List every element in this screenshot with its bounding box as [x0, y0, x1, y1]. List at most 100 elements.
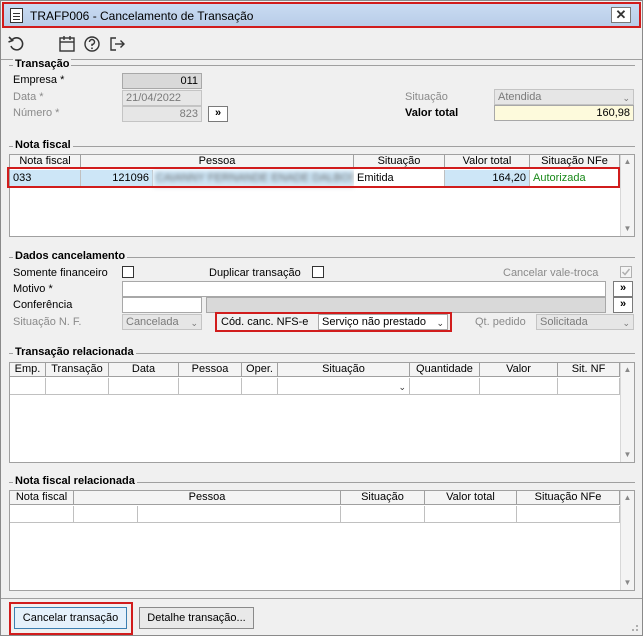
- conferencia-input[interactable]: [122, 297, 202, 313]
- cell-pessoa-nome: [138, 506, 341, 523]
- undo-icon[interactable]: [7, 34, 27, 54]
- col-quantidade[interactable]: Quantidade: [410, 363, 480, 377]
- transacao-rel-header: Emp. Transação Data Pessoa Oper. Situaçã…: [10, 363, 620, 377]
- window-title: TRAFP006 - Cancelamento de Transação: [30, 9, 254, 23]
- transacao-rel-scrollbar[interactable]: ▲ ▼: [620, 363, 634, 462]
- situacao-nf-select: Cancelada ⌄: [122, 314, 202, 330]
- nota-relacionada-grid[interactable]: Nota fiscal Pessoa Situação Valor total …: [9, 490, 635, 591]
- cell-situacao: [341, 506, 425, 523]
- data-label: Data *: [13, 91, 44, 103]
- exit-icon[interactable]: [107, 34, 127, 54]
- col-situacao-nfe[interactable]: Situação NFe: [517, 491, 620, 505]
- scroll-down-icon[interactable]: ▼: [621, 576, 634, 590]
- chevron-down-icon: ⌄: [622, 318, 630, 328]
- cell-oper: [242, 378, 278, 395]
- cell-quantidade: [410, 378, 480, 395]
- col-pessoa[interactable]: Pessoa: [74, 491, 341, 505]
- close-button[interactable]: ✕: [611, 7, 631, 23]
- somente-financeiro-label: Somente financeiro: [13, 267, 108, 279]
- cell-pessoa-codigo: [74, 506, 138, 523]
- qt-pedido-label: Qt. pedido: [475, 316, 526, 328]
- col-pessoa[interactable]: Pessoa: [179, 363, 242, 377]
- situacao-nf-label: Situação N. F.: [13, 316, 82, 328]
- detalhe-transacao-button[interactable]: Detalhe transação...: [139, 607, 254, 629]
- group-title-dados-cancelamento: Dados cancelamento: [13, 250, 128, 262]
- scroll-up-icon[interactable]: ▲: [621, 155, 634, 169]
- duplicar-checkbox[interactable]: [312, 266, 324, 278]
- group-transacao: Transação: [9, 58, 635, 70]
- nota-rel-header: Nota fiscal Pessoa Situação Valor total …: [10, 491, 620, 505]
- numero-go-button[interactable]: »: [208, 106, 228, 122]
- chevron-down-icon: ⌄: [190, 318, 198, 328]
- col-valor[interactable]: Valor: [480, 363, 558, 377]
- group-title-transacao: Transação: [13, 58, 72, 70]
- situacao-label: Situação: [405, 91, 448, 103]
- valor-total-label: Valor total: [405, 107, 459, 119]
- qt-pedido-value: Solicitada: [540, 316, 588, 328]
- cell-pessoa: [179, 378, 242, 395]
- conferencia-label: Conferência: [13, 299, 73, 311]
- transacao-relacionada-grid[interactable]: Emp. Transação Data Pessoa Oper. Situaçã…: [9, 362, 635, 463]
- cell-valor: [425, 506, 517, 523]
- nota-rel-scrollbar[interactable]: ▲ ▼: [620, 491, 634, 590]
- numero-field: 823: [122, 106, 202, 122]
- conferencia-go-button[interactable]: »: [613, 297, 633, 313]
- conferencia-description: [206, 297, 606, 313]
- cancelar-vale-checkbox: [620, 266, 632, 278]
- footer-separator: [1, 598, 642, 599]
- situacao-nf-value: Cancelada: [126, 316, 179, 328]
- scroll-down-icon[interactable]: ▼: [621, 448, 634, 462]
- group-dados-cancelamento: Dados cancelamento: [9, 250, 635, 262]
- highlight-cod-canc: [215, 312, 452, 332]
- group-title-transacao-relacionada: Transação relacionada: [13, 346, 136, 358]
- cell-nota: [10, 506, 74, 523]
- col-situacao[interactable]: Situação: [278, 363, 410, 377]
- cell-valor: [480, 378, 558, 395]
- motivo-go-button[interactable]: »: [613, 281, 633, 297]
- situacao-select: Atendida ⌄: [494, 89, 634, 105]
- scroll-up-icon[interactable]: ▲: [621, 491, 634, 505]
- cell-sit-nf: [558, 378, 620, 395]
- table-row[interactable]: ⌄: [10, 378, 620, 395]
- col-emp[interactable]: Emp.: [10, 363, 46, 377]
- scroll-down-icon[interactable]: ▼: [621, 222, 634, 236]
- highlight-nota-row: [7, 167, 620, 188]
- col-nota-fiscal[interactable]: Nota fiscal: [10, 491, 74, 505]
- cell-transacao: [46, 378, 109, 395]
- group-nota-relacionada: Nota fiscal relacionada: [9, 475, 635, 487]
- qt-pedido-select: Solicitada ⌄: [536, 314, 634, 330]
- help-icon[interactable]: [82, 34, 102, 54]
- empresa-field[interactable]: 011: [122, 73, 202, 89]
- group-nota-fiscal: Nota fiscal: [9, 139, 635, 151]
- cell-situacao[interactable]: ⌄: [278, 378, 410, 395]
- chevron-down-icon: ⌄: [398, 382, 406, 392]
- window: TRAFP006 - Cancelamento de Transação ✕ T…: [0, 0, 643, 636]
- col-situacao[interactable]: Situação: [341, 491, 425, 505]
- somente-financeiro-checkbox[interactable]: [122, 266, 134, 278]
- cell-emp: [10, 378, 46, 395]
- col-transacao[interactable]: Transação: [46, 363, 109, 377]
- title-bar: TRAFP006 - Cancelamento de Transação ✕: [2, 2, 641, 28]
- col-sit-nf[interactable]: Sit. NF: [558, 363, 620, 377]
- table-row[interactable]: [10, 506, 620, 523]
- col-valor-total[interactable]: Valor total: [425, 491, 517, 505]
- nota-fiscal-scrollbar[interactable]: ▲ ▼: [620, 155, 634, 236]
- data-field: 21/04/2022: [122, 90, 202, 106]
- col-data[interactable]: Data: [109, 363, 179, 377]
- resize-grip-icon[interactable]: [629, 622, 639, 632]
- scroll-up-icon[interactable]: ▲: [621, 363, 634, 377]
- empresa-label: Empresa *: [13, 74, 65, 86]
- valor-total-field: 160,98: [494, 105, 634, 121]
- group-transacao-relacionada: Transação relacionada: [9, 346, 635, 358]
- cell-data: [109, 378, 179, 395]
- chevron-down-icon: ⌄: [622, 93, 630, 103]
- calendar-icon[interactable]: [57, 34, 77, 54]
- col-oper[interactable]: Oper.: [242, 363, 278, 377]
- motivo-input[interactable]: [122, 281, 606, 297]
- highlight-cancelar-button: [9, 602, 133, 635]
- numero-label: Número *: [13, 107, 60, 119]
- toolbar-separator: [1, 59, 642, 60]
- group-title-nota-fiscal: Nota fiscal: [13, 139, 73, 151]
- document-icon: [10, 8, 23, 23]
- situacao-value: Atendida: [498, 91, 542, 103]
